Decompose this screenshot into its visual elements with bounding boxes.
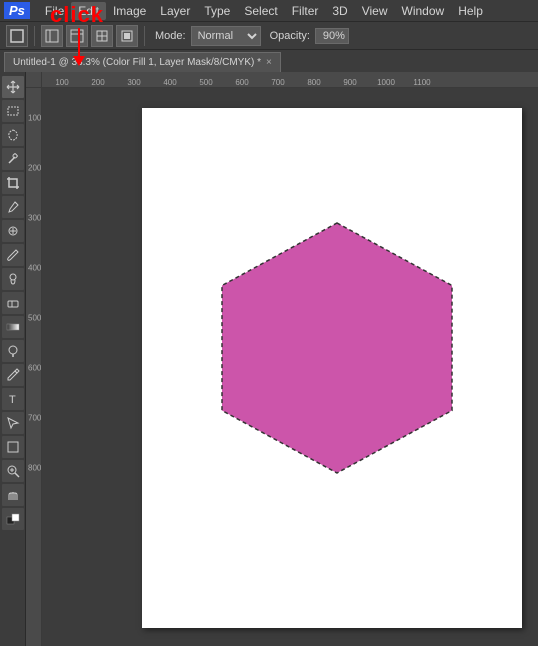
tool-brush[interactable] <box>2 244 24 266</box>
menu-help[interactable]: Help <box>451 2 490 20</box>
hexagon-shape <box>202 218 472 478</box>
tool-zoom[interactable] <box>2 460 24 482</box>
ruler-h-tick: 500 <box>188 78 224 87</box>
tools-panel: T <box>0 72 26 646</box>
canvas-area: 100 200 300 400 500 600 700 800 900 1000… <box>26 72 538 646</box>
ruler-h-tick: 200 <box>80 78 116 87</box>
tool-magic-wand[interactable] <box>2 148 24 170</box>
tool-lasso[interactable] <box>2 124 24 146</box>
tab-bar: Untitled-1 @ 33.3% (Color Fill 1, Layer … <box>0 50 538 72</box>
ruler-h-tick: 400 <box>152 78 188 87</box>
menu-view[interactable]: View <box>355 2 395 20</box>
ruler-corner <box>26 72 42 88</box>
canvas-content <box>42 88 538 646</box>
menu-layer[interactable]: Layer <box>153 2 197 20</box>
ruler-v-tick: 800 <box>28 464 40 473</box>
ruler-v-tick: 300 <box>28 214 40 223</box>
tool-crop[interactable] <box>2 172 24 194</box>
tool-eraser[interactable] <box>2 292 24 314</box>
toolbar-btn-2[interactable] <box>66 25 88 47</box>
menu-type[interactable]: Type <box>197 2 237 20</box>
ruler-h-tick: 100 <box>44 78 80 87</box>
menu-bar: Ps File Edit Image Layer Type Select Fil… <box>0 0 538 22</box>
tool-move[interactable] <box>2 76 24 98</box>
tool-dodge[interactable] <box>2 340 24 362</box>
toolbar-separator-1 <box>34 26 35 46</box>
svg-text:T: T <box>9 394 16 406</box>
ps-logo: Ps <box>4 2 30 19</box>
ruler-h-tick: 1100 <box>404 78 440 87</box>
ruler-h-tick: 300 <box>116 78 152 87</box>
ruler-v-tick: 600 <box>28 364 40 373</box>
tool-colors[interactable] <box>2 508 24 530</box>
ruler-horizontal: 100 200 300 400 500 600 700 800 900 1000… <box>42 72 538 88</box>
toolbar-btn-4[interactable] <box>116 25 138 47</box>
ruler-v-tick: 100 <box>28 114 40 123</box>
ruler-v-tick: 500 <box>28 314 40 323</box>
ruler-v-tick: 700 <box>28 414 40 423</box>
ruler-h-tick: 1000 <box>368 78 404 87</box>
ruler-h-tick: 600 <box>224 78 260 87</box>
mode-select[interactable]: Normal Multiply Screen <box>191 26 261 46</box>
tool-gradient[interactable] <box>2 316 24 338</box>
mode-label: Mode: <box>155 30 186 42</box>
tab-title: Untitled-1 @ 33.3% (Color Fill 1, Layer … <box>13 57 261 68</box>
tool-text[interactable]: T <box>2 388 24 410</box>
menu-image[interactable]: Image <box>106 2 153 20</box>
tool-eyedropper[interactable] <box>2 196 24 218</box>
toolbar-btn-3[interactable] <box>91 25 113 47</box>
tool-path-selection[interactable] <box>2 412 24 434</box>
workspace: T 100 200 300 400 500 60 <box>0 72 538 646</box>
ruler-vertical: 100 200 300 400 500 600 700 800 <box>26 88 42 646</box>
tool-hand[interactable] <box>2 484 24 506</box>
menu-3d[interactable]: 3D <box>325 2 354 20</box>
toolbar-btn-1[interactable] <box>41 25 63 47</box>
tool-pen[interactable] <box>2 364 24 386</box>
ruler-h-tick: 800 <box>296 78 332 87</box>
opacity-value[interactable]: 90% <box>315 28 349 44</box>
toolbar-rect-btn[interactable] <box>6 25 28 47</box>
menu-window[interactable]: Window <box>395 2 452 20</box>
options-toolbar: Mode: Normal Multiply Screen Opacity: 90… <box>0 22 538 50</box>
document-tab[interactable]: Untitled-1 @ 33.3% (Color Fill 1, Layer … <box>4 52 281 72</box>
menu-edit[interactable]: Edit <box>71 2 106 20</box>
hexagon-svg <box>202 218 472 478</box>
ruler-v-tick: 400 <box>28 264 40 273</box>
menu-select[interactable]: Select <box>237 2 284 20</box>
menu-file[interactable]: File <box>38 2 71 20</box>
ruler-h-tick: 900 <box>332 78 368 87</box>
hexagon-polygon <box>222 223 452 473</box>
menu-filter[interactable]: Filter <box>285 2 326 20</box>
tool-shape[interactable] <box>2 436 24 458</box>
opacity-label: Opacity: <box>270 30 310 42</box>
tab-close-btn[interactable]: × <box>266 57 272 68</box>
document-canvas <box>142 108 522 628</box>
toolbar-separator-2 <box>144 26 145 46</box>
tool-rect-marquee[interactable] <box>2 100 24 122</box>
tool-clone-stamp[interactable] <box>2 268 24 290</box>
ruler-v-tick: 200 <box>28 164 40 173</box>
ruler-h-ticks: 100 200 300 400 500 600 700 800 900 1000… <box>42 72 538 87</box>
ruler-h-tick: 700 <box>260 78 296 87</box>
tool-spot-heal[interactable] <box>2 220 24 242</box>
